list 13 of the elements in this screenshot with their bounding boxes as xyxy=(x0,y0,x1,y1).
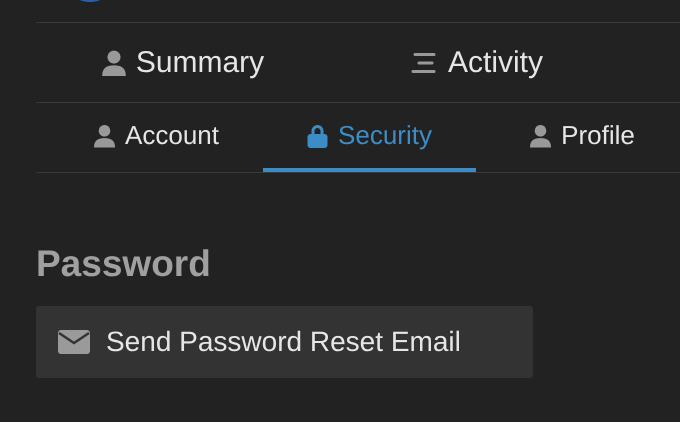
send-reset-email-button[interactable]: Send Password Reset Email xyxy=(36,306,533,378)
section-heading: Password xyxy=(36,245,212,282)
nav-link[interactable]: Summary xyxy=(36,23,330,102)
tab[interactable]: Profile xyxy=(476,103,680,172)
lines-icon xyxy=(410,52,438,74)
tab[interactable]: Account xyxy=(50,103,263,172)
person-icon xyxy=(102,50,126,76)
lock-icon xyxy=(307,124,328,148)
person-icon xyxy=(94,124,116,148)
person-icon xyxy=(530,124,552,148)
envelope-icon xyxy=(58,330,90,354)
tab[interactable]: Security xyxy=(263,103,476,172)
nav-link[interactable]: Activity xyxy=(330,23,624,102)
